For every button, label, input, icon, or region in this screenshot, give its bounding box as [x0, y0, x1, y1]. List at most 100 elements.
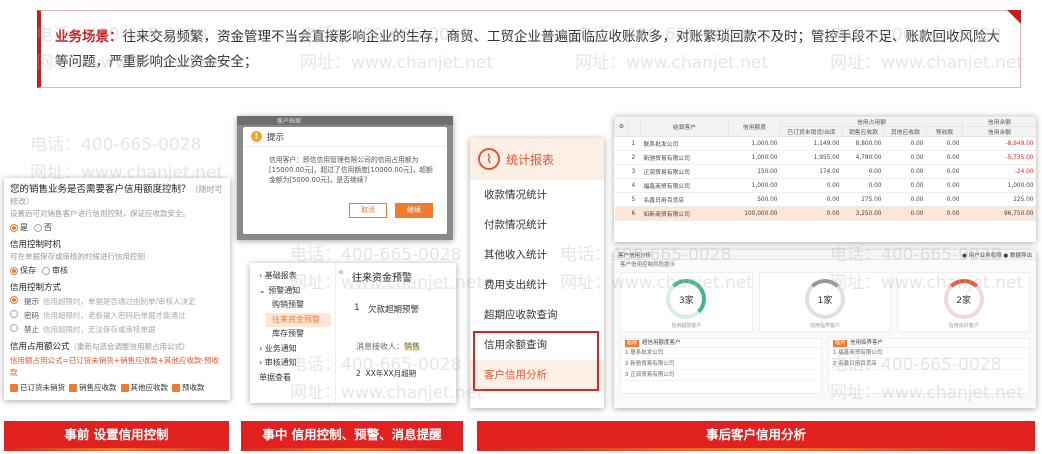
radio-no-label: 否	[44, 223, 52, 232]
risk-count: 1家	[817, 295, 833, 306]
menu-item-basic-reports[interactable]: › 基础报表	[250, 269, 335, 284]
list-item[interactable]: 1 联系批发公司	[621, 348, 821, 359]
business-scenario-banner: 业务场景：往来交易频繁，资金管理不当会直接影响企业的生存，商贸、工贸企业普遍面临…	[37, 10, 1021, 88]
method-option[interactable]: 禁止 信用超限时，无法保存或审核单据	[10, 324, 224, 336]
formula-text: 信用额占用公式=已订货未销货+销售应收款+其他应收款-预收款	[10, 356, 220, 377]
list-item[interactable]: 3 正润贸易有限公司	[621, 370, 821, 381]
alert-notification-panel: › 基础报表 ⌄ 预警通知 购销预警 往来资金预警 库存预警 › 业务通知 › …	[250, 263, 456, 403]
cell-prepaid: 0.00	[926, 164, 963, 179]
menu-item-other-income-stats[interactable]: 其他收入统计	[470, 240, 604, 270]
risk-count: 2家	[956, 295, 972, 306]
receiver-row: 消息接收人：销售	[346, 315, 456, 352]
radio-checked-icon	[10, 223, 18, 232]
formula-title: 信用占用额公式（重新勾选会调整信用额占用公式）	[10, 341, 224, 353]
menu-item-expense-stats[interactable]: 费用支出统计	[470, 270, 604, 300]
analysis-header: 客户信用分析 ● 用户业务权限 ● 数据导出	[614, 250, 1036, 260]
menu-item-business-notice[interactable]: › 业务通知	[250, 342, 335, 357]
cell-prepaid: 0.00	[926, 206, 963, 221]
checkbox-label: 其他应收款	[130, 383, 169, 392]
cell	[614, 192, 629, 207]
alert-item[interactable]: 1 欠款超期预警	[346, 289, 456, 315]
radio-save[interactable]: 保存	[10, 265, 36, 277]
checkbox-prepaid[interactable]: 预收款	[172, 382, 205, 394]
table-row-selected[interactable]: 6 如新商贸有限公司 100,000.00 0.00 3,250.00 0.00 0.00 9…	[614, 206, 1036, 221]
table-row[interactable]: 2 新驰贸易有限公司 1,000.00 1,955.00 4,780.00 0.00 0.0…	[614, 150, 1036, 165]
credit-control-slide: 业务场景：往来交易频繁，资金管理不当会直接影响企业的生存，商贸、工贸企业普遍面临…	[0, 0, 1042, 454]
table-row[interactable]: 3 正润贸易有限公司 150.00 174.00 0.00 0.00 0.00 -24.00	[614, 164, 1036, 179]
risk-card[interactable]: 1家 信用临界客户	[758, 272, 892, 332]
cell-index: 4	[628, 178, 641, 193]
col-header-other-receivable: 其他应收款	[884, 126, 927, 137]
method-option[interactable]: 密码 信用超限时，老板输入密码后单据才能通过	[10, 310, 224, 322]
formula-checkboxes: 已订货未销货 销售应收款 其他应收款 预收款	[10, 382, 224, 394]
cell	[614, 206, 629, 221]
cell	[614, 164, 629, 179]
collapse-chevron-icon: ⌄	[259, 285, 266, 295]
cell-sales-receivable: 4,780.00	[842, 150, 885, 165]
checkbox-checked-icon	[172, 384, 180, 392]
risk-ring-chart: 2家	[943, 279, 984, 319]
timing-sub: 可在单据保存或审核的时候进行信用控制	[10, 252, 145, 261]
risk-card-caption: 信用临界客户	[810, 323, 841, 329]
analysis-header-actions[interactable]: ● 用户业务权限 ● 数据导出	[962, 251, 1032, 259]
settings-icon[interactable]: ⚙	[614, 116, 629, 137]
col-group-credit-balance: 信用余额	[962, 116, 1036, 127]
col-header-sales-receivable: 销售应收款	[842, 126, 885, 137]
cell-prepaid: 0.00	[926, 150, 963, 165]
risk-card-caption: 信用良好客户	[948, 323, 979, 329]
customer-credit-analysis-panel: 客户信用分析 ● 用户业务权限 ● 数据导出 客户信用控制风险提示 3家 信用超…	[614, 250, 1036, 408]
radio-audit[interactable]: 审核	[42, 265, 68, 277]
risk-card[interactable]: 2家 信用良好客户	[897, 272, 1031, 332]
checkbox-ordered[interactable]: 已订货未销货	[10, 382, 65, 394]
dialog-title-bar: ! 提示	[243, 127, 447, 147]
caption-during: 事中 信用控制、预警、消息提醒	[241, 421, 463, 451]
method-name: 提示	[24, 297, 39, 306]
credit-balance-table: ⚙ 结算客户 信用额度 信用占用额 信用余额 已订货未销货/出库 销售应收款 其…	[614, 116, 1036, 221]
cell-index: 1	[628, 136, 641, 151]
menu-item-inventory-alert[interactable]: 库存预警	[250, 327, 335, 342]
dialog-body: 信用客户：即信信用管理有限公司的信用占用额为[15000.00元]，超过了信用额…	[269, 156, 433, 184]
method-option[interactable]: 提示 信用超限时，单据是否通过由制单/审核人决定	[10, 296, 224, 308]
expand-chevron-icon: ›	[259, 343, 263, 353]
menu-item-overdue-receivable[interactable]: 超期应收款查询	[470, 300, 604, 330]
cell-other-receivable: 0.00	[884, 136, 927, 151]
cell-credit-limit: 150.00	[728, 164, 781, 179]
analysis-subtitle: 客户信用控制风险提示	[620, 262, 676, 268]
method-name: 密码	[24, 311, 39, 320]
table-row[interactable]: 5 名鑫日用百货店 500.00 0.00 275.00 0.00 0.00 225.00	[614, 192, 1036, 207]
cell-balance: -24.00	[962, 164, 1036, 179]
risk-ring-chart: 1家	[805, 279, 845, 319]
list-tag: 临界	[833, 340, 848, 347]
menu-item-receipt-stats[interactable]: 收款情况统计	[470, 180, 604, 210]
continue-button[interactable]: 继续	[395, 203, 433, 218]
cell-prepaid: 0.00	[926, 192, 963, 207]
radio-yes[interactable]: 是	[10, 222, 28, 234]
list-item[interactable]: 2 名鑫日用百货店	[829, 359, 1029, 370]
menu-item-payment-stats[interactable]: 付款情况统计	[470, 210, 604, 240]
table-row[interactable]: 4 福鑫商贸有限公司 1,000.00 0.00 0.00 0.00 0.00 1,000.0…	[614, 178, 1036, 193]
checkbox-sales-receivable[interactable]: 销售应收款	[69, 382, 117, 394]
watermark-phone: 电话：400-665-0028	[290, 245, 462, 265]
checkbox-other-receivable[interactable]: 其他应收款	[120, 382, 169, 394]
formula-title-text: 信用占用额公式	[10, 342, 70, 352]
menu-item-alert-notice[interactable]: ⌄ 预警通知	[250, 284, 335, 299]
menu-item-document-view[interactable]: 单据查看	[250, 371, 335, 386]
collapse-menu-icon[interactable]: «	[338, 267, 344, 278]
list-item[interactable]: 1 福鑫商贸有限公司	[829, 348, 1029, 359]
menu-item-fund-alert[interactable]: 往来资金预警	[266, 312, 331, 327]
cancel-button[interactable]: 取消	[349, 203, 387, 218]
menu-item-purchase-sales-alert[interactable]: 购销预警	[250, 298, 335, 313]
radio-save-label: 保存	[20, 266, 36, 275]
list-item[interactable]: 2 新驰贸易有限公司	[621, 359, 821, 370]
risk-card[interactable]: 3家 信用超限客户	[620, 272, 753, 332]
stats-menu-header: ⌇ 统计报表	[470, 138, 604, 180]
cell	[614, 136, 629, 151]
cell-ordered: 0.00	[780, 178, 843, 193]
cell-prepaid: 0.00	[926, 136, 963, 151]
list-tag: 超限	[625, 340, 640, 347]
cell-sales-receivable: 275.00	[842, 192, 885, 207]
radio-no[interactable]: 否	[34, 222, 52, 234]
analysis-title: 客户信用分析	[618, 252, 652, 259]
table-row[interactable]: 1 联系批发公司 1,000.00 1,149.00 8,800.00 0.00 0.00-…	[614, 136, 1036, 151]
menu-item-audit-notice[interactable]: › 审核通知	[250, 356, 335, 371]
